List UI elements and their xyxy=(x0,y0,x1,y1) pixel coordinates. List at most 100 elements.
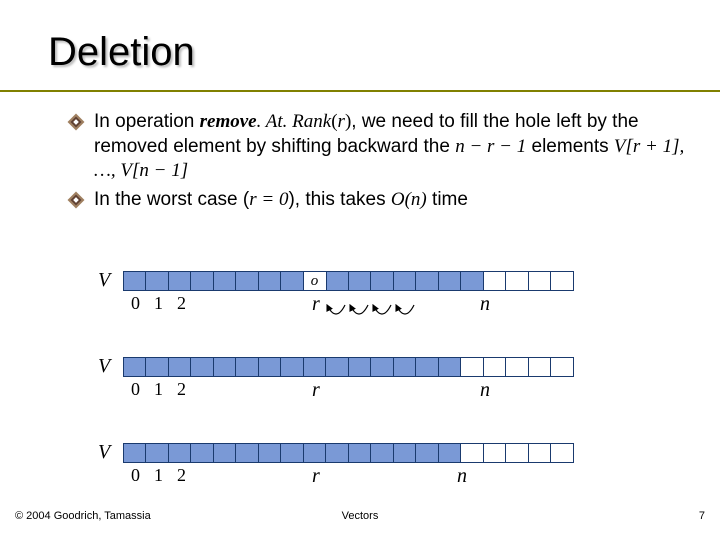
cell xyxy=(415,357,439,377)
footer-center: Vectors xyxy=(342,510,379,522)
cell xyxy=(505,271,529,291)
cell xyxy=(460,357,484,377)
cell xyxy=(528,271,552,291)
bullet-1-arg: r xyxy=(338,111,345,132)
cell xyxy=(505,357,529,377)
cell xyxy=(348,271,372,291)
idx-2: 2 xyxy=(170,379,193,400)
cell xyxy=(393,357,417,377)
n-label: n xyxy=(457,465,467,488)
diamond-icon xyxy=(70,116,82,128)
footer: © 2004 Goodrich, Tamassia Vectors 7 xyxy=(15,510,705,530)
cell xyxy=(168,357,192,377)
page-number: 7 xyxy=(699,510,705,522)
cell xyxy=(325,357,349,377)
array-label-V: V xyxy=(98,269,110,292)
cell xyxy=(438,357,462,377)
cell xyxy=(415,271,439,291)
cell xyxy=(123,357,147,377)
cell xyxy=(168,271,192,291)
r-label: r xyxy=(312,465,320,488)
cell xyxy=(370,443,394,463)
n-label: n xyxy=(480,379,490,402)
cell xyxy=(393,271,417,291)
title-underline xyxy=(0,90,720,92)
cell xyxy=(213,443,237,463)
bullet-2: In the worst case (r = 0), this takes O(… xyxy=(70,188,690,213)
cell xyxy=(235,271,259,291)
cell xyxy=(460,271,484,291)
bullet-2-text-b: ), this takes xyxy=(288,189,390,210)
array-row-3: V xyxy=(110,437,610,497)
cells-3 xyxy=(124,443,574,463)
slide-title: Deletion xyxy=(48,30,195,75)
cell xyxy=(258,271,282,291)
idx-2: 2 xyxy=(170,465,193,486)
cell xyxy=(280,357,304,377)
cell xyxy=(348,357,372,377)
index-labels: 012 xyxy=(124,379,193,400)
cell xyxy=(550,271,574,291)
cell xyxy=(438,271,462,291)
slide: Deletion In operation remove. At. Rank(r… xyxy=(0,0,720,540)
idx-0: 0 xyxy=(124,379,147,400)
cell xyxy=(325,271,349,291)
cell xyxy=(168,443,192,463)
index-labels: 012 xyxy=(124,293,193,314)
cell-hole: o xyxy=(303,271,327,291)
r-label: r xyxy=(312,379,320,402)
cell xyxy=(415,443,439,463)
index-labels: 012 xyxy=(124,465,193,486)
diamond-icon xyxy=(70,194,82,206)
idx-1: 1 xyxy=(147,465,170,486)
cell xyxy=(370,271,394,291)
cell xyxy=(528,357,552,377)
copyright: © 2004 Goodrich, Tamassia xyxy=(15,510,151,522)
cell xyxy=(235,443,259,463)
cell xyxy=(123,443,147,463)
idx-2: 2 xyxy=(170,293,193,314)
cell xyxy=(370,357,394,377)
array-row-2: V xyxy=(110,351,610,431)
cell xyxy=(438,443,462,463)
bullet-1-nr1: n − r − 1 xyxy=(455,136,526,157)
n-label: n xyxy=(480,293,490,316)
array-label-V: V xyxy=(98,441,110,464)
cell xyxy=(280,271,304,291)
idx-0: 0 xyxy=(124,465,147,486)
cell xyxy=(550,357,574,377)
cell xyxy=(483,357,507,377)
bullet-1-text-c: elements xyxy=(526,136,614,157)
bullet-2-text-a: In the worst case ( xyxy=(94,189,249,210)
bullet-2-req: r = 0 xyxy=(249,189,288,210)
cell xyxy=(348,443,372,463)
bullet-1: In operation remove. At. Rank(r), we nee… xyxy=(70,110,690,184)
cell xyxy=(213,357,237,377)
cell xyxy=(123,271,147,291)
bullet-1-text-a: In operation xyxy=(94,111,200,132)
cell xyxy=(505,443,529,463)
cell xyxy=(190,443,214,463)
hole-o-label: o xyxy=(304,273,326,290)
cell xyxy=(460,443,484,463)
bullet-1-func-rest: . At. Rank xyxy=(257,111,332,132)
array-row-1: V o xyxy=(110,265,610,345)
cell xyxy=(303,357,327,377)
cell xyxy=(528,443,552,463)
cell xyxy=(258,443,282,463)
bullet-list: In operation remove. At. Rank(r), we nee… xyxy=(70,110,690,217)
shift-arrows-icon xyxy=(310,305,480,335)
cell xyxy=(550,443,574,463)
cell xyxy=(303,443,327,463)
bullet-2-On: O(n) xyxy=(391,189,427,210)
cell xyxy=(145,357,169,377)
cell xyxy=(213,271,237,291)
bullet-2-text-c: time xyxy=(427,189,468,210)
idx-1: 1 xyxy=(147,379,170,400)
cells-2 xyxy=(124,357,574,377)
idx-1: 1 xyxy=(147,293,170,314)
array-label-V: V xyxy=(98,355,110,378)
cell xyxy=(190,357,214,377)
cell xyxy=(235,357,259,377)
cell xyxy=(145,443,169,463)
